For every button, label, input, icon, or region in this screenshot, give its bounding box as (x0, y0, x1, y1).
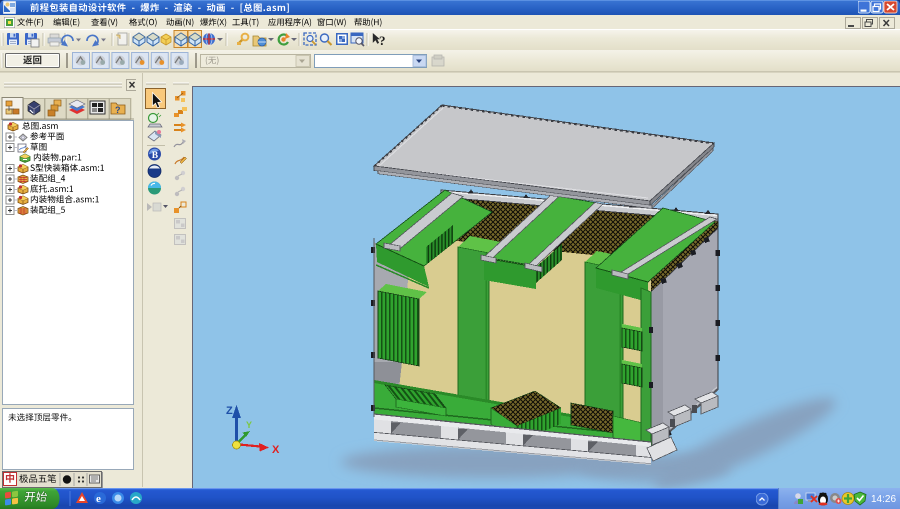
svg-text:X: X (272, 444, 280, 456)
svg-text:B: B (152, 151, 159, 161)
svg-text:?: ? (379, 33, 386, 48)
svg-text:Z: Z (226, 405, 233, 417)
svg-text:Y: Y (246, 420, 252, 430)
svg-text:e: e (96, 493, 101, 505)
